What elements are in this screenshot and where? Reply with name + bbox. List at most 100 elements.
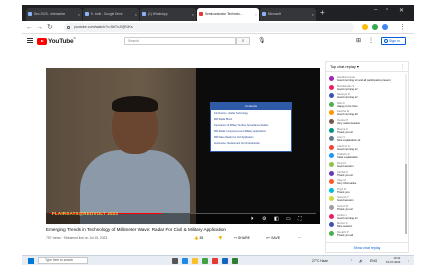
close-icon[interactable]: × xyxy=(312,8,314,21)
browser-tab[interactable]: K. Amit - Google Drive × xyxy=(83,8,139,21)
share-button[interactable]: ↪ SHARE xyxy=(234,236,250,240)
thumbs-up-icon: 👍 xyxy=(194,236,199,240)
word-icon[interactable] xyxy=(222,258,228,264)
avatar[interactable] xyxy=(329,205,334,210)
chat-scrollbar[interactable] xyxy=(405,74,407,234)
windows-start-icon[interactable] xyxy=(28,258,34,264)
avatar[interactable] xyxy=(329,213,334,219)
file-explorer-icon[interactable] xyxy=(192,258,198,264)
language-indicator[interactable]: ENG xyxy=(370,258,377,264)
tab-favicon-icon xyxy=(142,12,146,16)
excel-icon[interactable] xyxy=(232,258,238,264)
video-title: Emerging Trends in Technology of Millime… xyxy=(46,227,226,232)
youtube-header: YouTube IN Search ⌕ 🎙 ⊞ ⋮ Sign in xyxy=(22,34,414,48)
extension-icon[interactable] xyxy=(372,24,378,30)
microphone-icon[interactable]: 🎙 xyxy=(258,37,266,44)
taskbar-clock[interactable]: 10:41 15-07-2023 xyxy=(386,256,400,264)
forward-icon[interactable]: → xyxy=(36,23,43,32)
browser-tab[interactable]: Microsoft × xyxy=(260,8,316,21)
settings-gear-icon[interactable]: ⚙ xyxy=(262,216,266,222)
browser-tab[interactable]: (1) WhatsApp × xyxy=(140,8,196,21)
avatar[interactable] xyxy=(329,153,334,159)
avatar[interactable] xyxy=(329,127,334,133)
avatar[interactable] xyxy=(329,230,334,236)
minimize-icon[interactable]: – xyxy=(374,7,377,13)
close-icon[interactable]: × xyxy=(135,8,137,21)
chat-replay-panel: Top chat replay ▾ ⋮ Nandha Kumar Good morn… xyxy=(325,61,409,253)
monitor-screen: Dec 2023 - Interactive × K. Amit - Google… xyxy=(22,5,414,265)
scroll-thumb[interactable] xyxy=(405,164,407,234)
miniplayer-icon[interactable]: ◧ xyxy=(274,216,279,222)
presentation-slide: Contents Introduction - Radar Technology… xyxy=(210,102,292,152)
avatar[interactable] xyxy=(329,170,334,176)
video-player[interactable]: Contents Introduction - Radar Technology… xyxy=(46,68,320,224)
save-button[interactable]: ≡+ SAVE xyxy=(266,236,280,240)
address-bar: ← → ↻ youtube.com/watch?v=5bTnJVjRJKs ⋮ xyxy=(22,21,414,34)
settings-dots-icon[interactable]: ⋮ xyxy=(368,37,374,44)
logo-text: YouTube xyxy=(48,37,74,45)
avatar[interactable] xyxy=(329,110,334,116)
close-window-icon[interactable]: ✕ xyxy=(399,7,404,14)
share-label: SHARE xyxy=(237,236,250,240)
avatar[interactable] xyxy=(329,76,334,81)
browser-tab[interactable]: Dec 2023 - Interactive × xyxy=(26,8,82,21)
chat-message: Saranya R Good morning sir xyxy=(329,92,405,100)
avatar[interactable] xyxy=(329,196,334,202)
close-icon[interactable]: × xyxy=(192,8,194,21)
like-count: 35 xyxy=(199,236,204,240)
theater-mode-icon[interactable]: ▭ xyxy=(286,216,291,222)
slide-item: MM Wave Radar For Civil Application xyxy=(214,136,254,139)
avatar[interactable] xyxy=(329,222,334,228)
fullscreen-icon[interactable]: ⛶ xyxy=(298,216,302,222)
taskbar-search-input[interactable]: Type here to search xyxy=(38,257,88,264)
profile-icon[interactable] xyxy=(382,24,388,30)
tab-label: Microsoft xyxy=(268,12,281,16)
avatar[interactable] xyxy=(329,101,334,107)
search-input[interactable]: Search xyxy=(124,37,236,45)
task-view-icon[interactable] xyxy=(172,258,178,264)
maximize-icon[interactable]: ▫ xyxy=(386,7,388,13)
like-button[interactable]: 👍 35 xyxy=(194,236,203,240)
app-icon[interactable] xyxy=(212,258,218,264)
edge-icon[interactable] xyxy=(182,258,188,264)
slide-item: Automotive, Medical and Civil Industrial… xyxy=(214,142,260,145)
avatar[interactable] xyxy=(329,84,334,90)
avatar[interactable] xyxy=(329,179,334,185)
avatar[interactable] xyxy=(329,187,334,193)
tray-chevron-icon[interactable]: ⌃ xyxy=(350,258,353,264)
search-button[interactable]: ⌕ xyxy=(236,37,250,45)
avatar[interactable] xyxy=(329,162,334,167)
new-tab-button[interactable]: + xyxy=(320,8,325,18)
autoplay-icon[interactable]: ⏵ xyxy=(251,216,254,222)
chrome-icon[interactable] xyxy=(202,258,208,264)
avatar[interactable] xyxy=(329,136,334,142)
back-icon[interactable]: ← xyxy=(26,23,33,32)
apps-grid-icon[interactable]: ⊞ xyxy=(356,37,361,44)
url-field[interactable]: youtube.com/watch?v=5bTnJVjRJKs xyxy=(64,23,354,32)
menu-icon[interactable]: ⋮ xyxy=(399,23,406,32)
extension-icon[interactable] xyxy=(362,24,368,30)
dislike-button[interactable]: 👎 xyxy=(218,236,222,240)
browser-tab-active[interactable]: Semiconductor Technolo... × xyxy=(197,8,259,21)
chat-message: Priya R Thank you xyxy=(329,187,405,195)
chat-text: Thank you sir xyxy=(337,173,354,177)
avatar[interactable] xyxy=(329,93,334,99)
notification-icon[interactable]: ▫ xyxy=(408,258,409,264)
close-icon[interactable]: × xyxy=(255,8,257,21)
weather-widget[interactable]: 27°C Haze xyxy=(312,258,328,264)
close-icon[interactable]: × xyxy=(78,8,80,21)
tab-label: K. Amit - Google Drive xyxy=(91,12,123,16)
youtube-logo[interactable]: YouTube IN xyxy=(37,37,76,45)
chat-header[interactable]: Top chat replay ▾ ⋮ xyxy=(326,62,408,72)
sign-in-button[interactable]: Sign in xyxy=(381,37,406,45)
show-chat-button[interactable]: Show chat replay xyxy=(326,242,408,252)
chat-message: Arun V Nice explanation sir xyxy=(329,135,405,143)
search-icon: ⌕ xyxy=(241,38,245,44)
more-actions-icon[interactable]: ⋯ xyxy=(298,236,302,240)
hamburger-menu-icon[interactable] xyxy=(27,38,33,43)
volume-icon[interactable]: 🔊 xyxy=(359,258,363,264)
more-options-icon[interactable]: ⋮ xyxy=(400,62,405,72)
avatar[interactable] xyxy=(329,119,334,124)
reload-icon[interactable]: ↻ xyxy=(47,23,53,32)
avatar[interactable] xyxy=(329,144,334,150)
